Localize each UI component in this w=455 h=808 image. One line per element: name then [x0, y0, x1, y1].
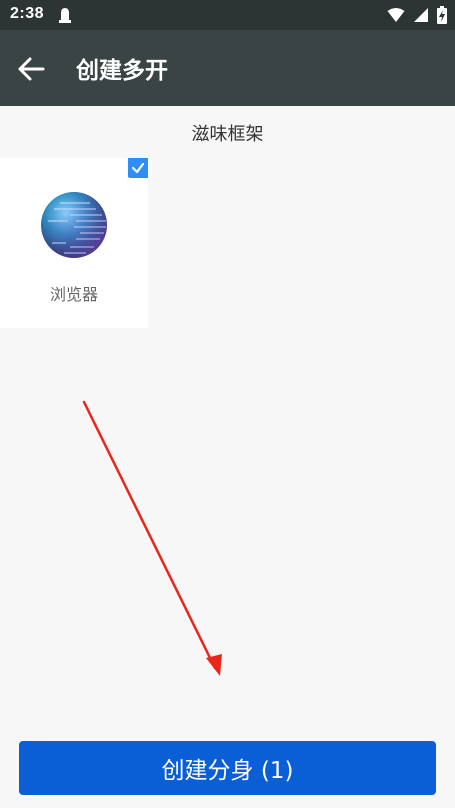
- framework-title: 滋味框架: [191, 124, 264, 145]
- back-button[interactable]: [16, 54, 46, 84]
- notification-icon: [58, 7, 72, 27]
- app-label-browser: 浏览器: [49, 285, 98, 304]
- page-title: 创建多开: [76, 58, 168, 84]
- arrow-back-icon: [18, 57, 45, 81]
- status-time: 2:38: [10, 5, 45, 22]
- create-clone-button[interactable]: 创建分身 (1): [19, 741, 436, 795]
- signal-icon: [413, 7, 429, 27]
- battery-charging-icon: [437, 6, 447, 28]
- globe-icon: [40, 191, 108, 259]
- check-icon: [128, 158, 148, 178]
- wifi-icon: [387, 7, 405, 27]
- app-bar: 创建多开: [0, 30, 455, 106]
- status-bar: 2:38: [0, 0, 455, 30]
